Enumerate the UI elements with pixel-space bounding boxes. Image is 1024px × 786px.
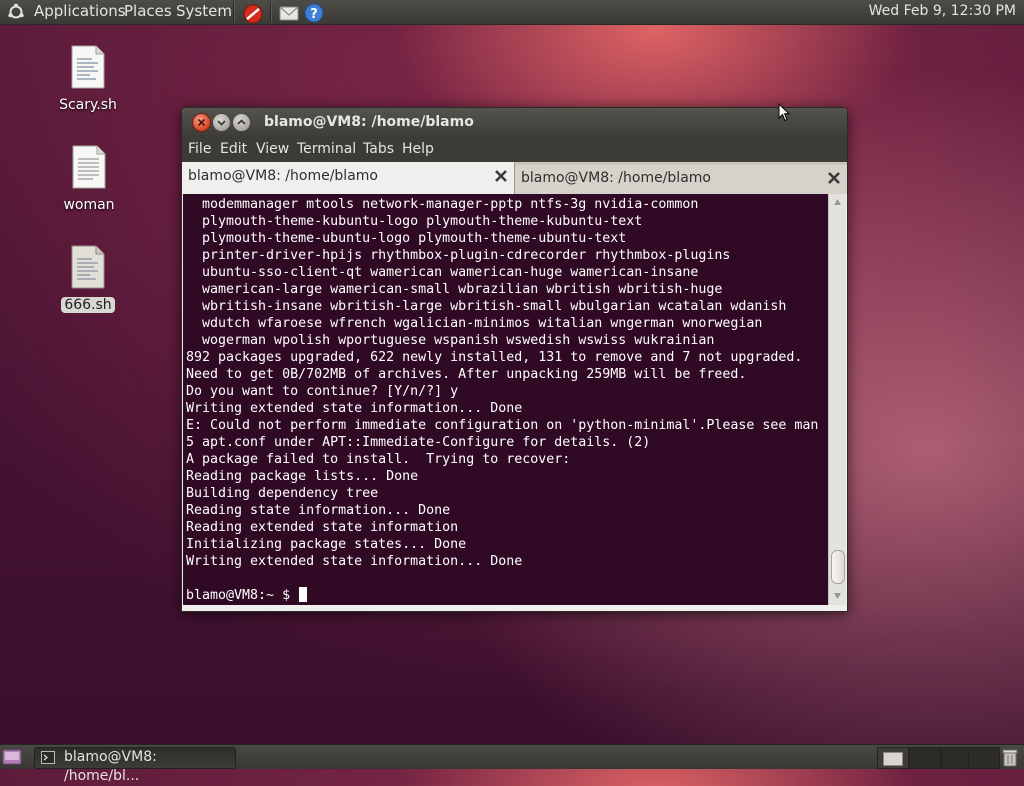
desktop-icon-scary[interactable]: Scary.sh: [48, 45, 128, 113]
terminal-line: Writing extended state information... Do…: [186, 401, 523, 416]
terminal-line: Writing extended state information... Do…: [186, 554, 523, 569]
minimize-button[interactable]: [212, 113, 231, 132]
tab-label: blamo@VM8: /home/blamo: [188, 168, 378, 184]
terminal-line: wamerican-large wamerican-small wbrazili…: [186, 282, 723, 297]
terminal-line: Initializing package states... Done: [186, 537, 467, 552]
menu-terminal[interactable]: Terminal: [297, 137, 356, 162]
terminal-line: plymouth-theme-kubuntu-logo plymouth-the…: [186, 214, 643, 229]
panel-separator: [233, 2, 235, 22]
workspace-window-thumb: [883, 752, 903, 766]
chevron-up-icon: [237, 119, 246, 125]
terminal-line: Reading package lists... Done: [186, 469, 419, 484]
places-menu[interactable]: Places: [124, 0, 172, 24]
script-file-icon: [71, 45, 105, 89]
ubuntu-logo-icon[interactable]: [7, 3, 25, 21]
clock[interactable]: Wed Feb 9, 12:30 PM: [869, 0, 1016, 24]
svg-text:?: ?: [310, 7, 318, 22]
panel-separator: [270, 2, 272, 22]
close-icon[interactable]: [827, 171, 841, 185]
maximize-button[interactable]: [232, 113, 251, 132]
terminal-line: 892 packages upgraded, 622 newly install…: [186, 350, 803, 365]
help-icon[interactable]: ?: [302, 2, 326, 24]
tab-bar: blamo@VM8: /home/blamo blamo@VM8: /home/…: [182, 162, 847, 194]
window-title: blamo@VM8: /home/blamo: [264, 114, 474, 130]
terminal-scrollbar[interactable]: [828, 194, 846, 605]
stop-icon[interactable]: [241, 2, 265, 24]
tab-label: blamo@VM8: /home/blamo: [521, 170, 711, 186]
workspace-1[interactable]: [877, 747, 909, 769]
menu-file[interactable]: File: [188, 137, 211, 162]
terminal-line: plymouth-theme-ubuntu-logo plymouth-them…: [186, 231, 627, 246]
top-panel: Applications Places System ? Wed Feb 9, …: [0, 0, 1024, 25]
mail-icon[interactable]: [277, 2, 301, 24]
terminal-line: modemmanager mtools network-manager-pptp…: [186, 197, 699, 212]
desktop-icon-label: woman: [63, 197, 115, 213]
tab-terminal-1[interactable]: blamo@VM8: /home/blamo: [182, 162, 515, 194]
menu-view[interactable]: View: [256, 137, 289, 162]
terminal-line: Building dependency tree: [186, 486, 379, 501]
terminal-line: E: Could not perform immediate configura…: [186, 418, 819, 433]
terminal-line: Need to get 0B/702MB of archives. After …: [186, 367, 747, 382]
script-file-icon: [71, 245, 105, 289]
terminal-output[interactable]: modemmanager mtools network-manager-pptp…: [183, 194, 828, 605]
terminal-icon: [41, 751, 55, 764]
terminal-line: Reading extended state information: [186, 520, 459, 535]
taskbar-terminal-button[interactable]: blamo@VM8: /home/bl...: [34, 747, 236, 784]
menu-help[interactable]: Help: [402, 137, 434, 162]
terminal-prompt-line: blamo@VM8:~ $: [186, 587, 818, 604]
workspace-4[interactable]: [968, 747, 1000, 769]
applications-menu[interactable]: Applications: [34, 0, 126, 24]
desktop-icon-woman[interactable]: woman: [49, 145, 129, 213]
terminal-lines: modemmanager mtools network-manager-pptp…: [186, 196, 818, 604]
scroll-up-arrow-icon[interactable]: [833, 198, 842, 206]
text-file-icon: [72, 145, 106, 189]
close-icon: [197, 118, 206, 127]
tab-terminal-2[interactable]: blamo@VM8: /home/blamo: [515, 165, 847, 194]
terminal-line: wdutch wfaroese wfrench wgalician-minimo…: [186, 316, 763, 331]
menu-tabs[interactable]: Tabs: [363, 137, 394, 162]
taskbar-terminal-label: blamo@VM8: /home/bl...: [64, 749, 157, 784]
chevron-down-icon: [217, 120, 226, 126]
terminal-cursor: [299, 587, 308, 602]
system-menu[interactable]: System: [176, 0, 232, 24]
desktop-icon-label: 666.sh: [61, 297, 115, 313]
bottom-panel: blamo@VM8: /home/bl...: [0, 744, 1024, 784]
trash-icon[interactable]: [1000, 747, 1020, 767]
terminal-line: 5 apt.conf under APT::Immediate-Configur…: [186, 435, 651, 450]
workspace-2[interactable]: [909, 747, 941, 769]
terminal-line: wogerman wpolish wportuguese wspanish ws…: [186, 333, 715, 348]
terminal-line: ubuntu-sso-client-qt wamerican wamerican…: [186, 265, 699, 280]
terminal-line: wbritish-insane wbritish-large wbritish-…: [186, 299, 787, 314]
menu-edit[interactable]: Edit: [220, 137, 247, 162]
terminal-window: blamo@VM8: /home/blamo File Edit View Te…: [181, 107, 848, 612]
terminal-line: Reading state information... Done: [186, 503, 451, 518]
mouse-pointer-icon: [778, 103, 790, 122]
scrollbar-thumb[interactable]: [831, 550, 845, 584]
window-titlebar[interactable]: blamo@VM8: /home/blamo: [182, 108, 847, 137]
scroll-down-arrow-icon[interactable]: [833, 592, 842, 600]
terminal-prompt: blamo@VM8:~ $: [186, 588, 299, 603]
terminal-line: Do you want to continue? [Y/n/?] y: [186, 384, 459, 399]
terminal-line: A package failed to install. Trying to r…: [186, 452, 571, 467]
desktop-icon-666[interactable]: 666.sh: [48, 245, 128, 313]
close-button[interactable]: [192, 113, 211, 132]
terminal-line: printer-driver-hpijs rhythmbox-plugin-cd…: [186, 248, 731, 263]
show-desktop-icon[interactable]: [2, 748, 22, 766]
terminal-menubar: File Edit View Terminal Tabs Help: [182, 137, 847, 162]
close-icon[interactable]: [494, 169, 508, 183]
desktop-icon-label: Scary.sh: [59, 97, 117, 113]
